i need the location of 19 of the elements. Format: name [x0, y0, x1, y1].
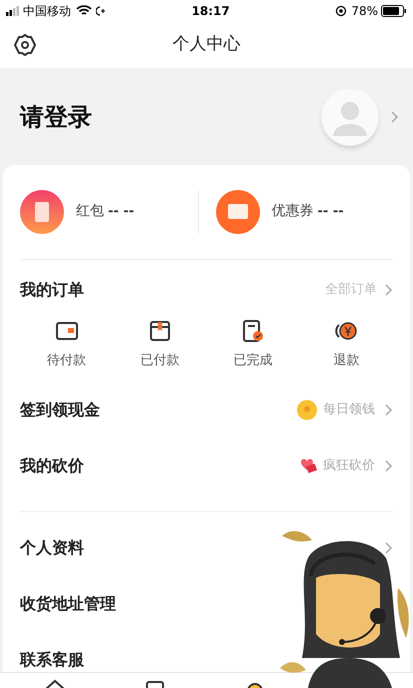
section-title: 我的订单 — [20, 279, 85, 302]
menu-label[interactable]: 联系客服 — [20, 648, 84, 672]
carrier-name: 中国移动 — [23, 3, 71, 20]
order-status-button[interactable]: 已付款 — [113, 318, 206, 382]
order-status-button[interactable]: 已完成 — [206, 318, 300, 382]
menu-label[interactable]: 个人资料 — [20, 536, 84, 560]
clock-time: 18:17 — [190, 3, 231, 20]
menu-label[interactable]: 我的砍价 — [20, 454, 297, 478]
order-status-button[interactable]: 退款 — [300, 318, 393, 382]
order-status-button[interactable]: 待付款 — [20, 318, 114, 382]
battery-percent: 78% — [351, 3, 378, 20]
wallet-label[interactable]: 红包 — [76, 201, 104, 222]
menu-label[interactable]: 收货地址管理 — [20, 592, 116, 616]
wallet-label[interactable]: 优惠券 — [272, 201, 314, 222]
wallet-value: -- -- — [318, 203, 344, 222]
login-prompt[interactable]: 请登录 — [20, 98, 321, 134]
wallet-value: -- -- — [108, 203, 134, 222]
page-title: 个人中心 — [172, 33, 242, 56]
menu-label[interactable]: 签到领现金 — [20, 398, 297, 422]
